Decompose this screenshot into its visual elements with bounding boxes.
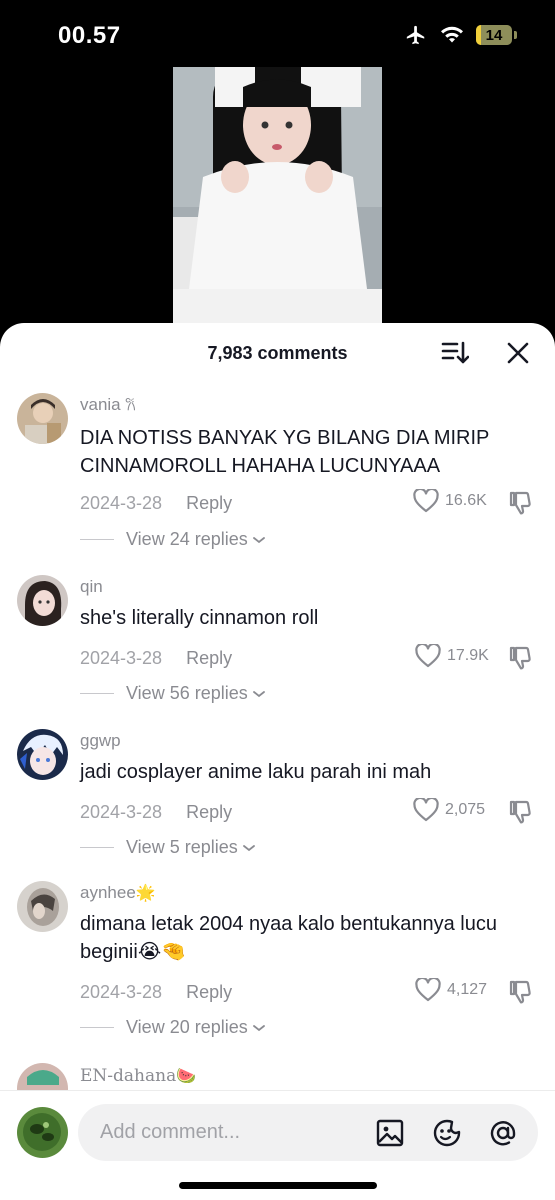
comment-date: 2024-3-28 — [80, 648, 163, 668]
replies-divider — [80, 693, 114, 694]
heart-icon — [415, 978, 441, 1002]
battery-cap — [514, 31, 517, 39]
view-replies-label: View 24 replies — [126, 529, 248, 549]
comment-username[interactable]: ggwp — [80, 731, 121, 751]
my-avatar[interactable] — [17, 1107, 68, 1158]
view-replies-button[interactable]: View 56 replies — [80, 683, 266, 704]
dislike-icon[interactable] — [507, 979, 533, 1005]
like-count: 2,075 — [445, 801, 486, 818]
view-replies-button[interactable]: View 20 replies — [80, 1017, 266, 1038]
chevron-down-icon — [252, 1024, 265, 1031]
view-replies-label: View 5 replies — [126, 837, 238, 857]
chevron-down-icon — [252, 690, 265, 697]
comment-username[interactable]: qin — [80, 577, 103, 597]
close-icon[interactable] — [506, 341, 530, 365]
wifi-icon — [441, 26, 463, 43]
replies-divider — [80, 847, 114, 848]
avatar[interactable] — [17, 1063, 68, 1091]
comment-text: she's literally cinnamon roll — [80, 607, 319, 629]
airplane-icon — [406, 25, 425, 45]
comment-item: EN-dahana🍉 — [0, 1061, 555, 1091]
heart-icon — [413, 798, 439, 822]
username-badge: 🌟 — [135, 885, 156, 902]
video-preview[interactable] — [173, 67, 382, 329]
comment-input[interactable] — [100, 1104, 360, 1161]
view-replies-button[interactable]: View 5 replies — [80, 837, 256, 858]
comment-item: aynhee🌟 dimana letak 2004 nyaa kalo bent… — [0, 879, 555, 1039]
replies-divider — [80, 1027, 114, 1028]
like-count: 16.6K — [445, 492, 487, 509]
battery-level: 14 — [485, 26, 503, 44]
like-button[interactable]: 17.9K — [415, 644, 489, 668]
comment-text: jadi cosplayer anime laku parah ini mah — [80, 761, 432, 783]
comment-username[interactable]: aynhee — [80, 883, 136, 902]
sheet-header: 7,983 comments — [0, 323, 555, 383]
comment-meta: 2024-3-28 Reply — [80, 982, 232, 1003]
chevron-down-icon — [242, 844, 255, 851]
reply-button[interactable]: Reply — [186, 982, 232, 1003]
sort-icon[interactable] — [441, 340, 469, 366]
comment-text: dimana letak 2004 nyaa kalo bentukannya … — [80, 913, 497, 963]
reply-button[interactable]: Reply — [186, 648, 232, 669]
avatar[interactable] — [17, 881, 68, 932]
comment-item: qin she's literally cinnamon roll 2024-3… — [0, 573, 555, 703]
reply-button[interactable]: Reply — [186, 493, 232, 514]
status-bar: 00.57 14 — [0, 0, 555, 70]
like-count: 4,127 — [447, 981, 488, 998]
comment-input-container — [78, 1104, 538, 1161]
view-replies-label: View 20 replies — [126, 1017, 248, 1037]
username-badge: 𐙚 — [125, 396, 136, 414]
comment-date: 2024-3-28 — [80, 493, 163, 513]
comment-date: 2024-3-28 — [80, 982, 163, 1002]
reply-button[interactable]: Reply — [186, 802, 232, 823]
comments-count-title: 7,983 comments — [207, 343, 348, 363]
comments-sheet: 7,983 comments vania 𐙚 DIA NOTISS BANYAK… — [0, 323, 555, 1200]
comment-item: ggwp jadi cosplayer anime laku parah ini… — [0, 727, 555, 857]
view-replies-label: View 56 replies — [126, 683, 248, 703]
heart-icon — [413, 489, 439, 513]
like-button[interactable]: 2,075 — [413, 798, 485, 822]
like-count: 17.9K — [447, 647, 489, 664]
comment-meta: 2024-3-28 Reply — [80, 648, 232, 669]
avatar[interactable] — [17, 729, 68, 780]
comment-meta: 2024-3-28 Reply — [80, 493, 232, 514]
comment-username[interactable]: EN-dahana — [80, 1066, 176, 1086]
comment-username[interactable]: vania — [80, 395, 121, 414]
comment-meta: 2024-3-28 Reply — [80, 802, 232, 823]
heart-icon — [415, 644, 441, 668]
sticker-icon[interactable] — [432, 1118, 462, 1148]
battery-indicator: 14 — [476, 25, 512, 45]
username-badge: 🍉 — [176, 1068, 197, 1085]
dislike-icon[interactable] — [507, 799, 533, 825]
comment-text: DIA NOTISS BANYAK YG BILANG DIA MIRIP CI… — [80, 427, 490, 477]
comment-date: 2024-3-28 — [80, 802, 163, 822]
status-time: 00.57 — [58, 22, 121, 49]
view-replies-button[interactable]: View 24 replies — [80, 529, 266, 550]
like-button[interactable]: 16.6K — [413, 489, 487, 513]
dislike-icon[interactable] — [507, 490, 533, 516]
mention-icon[interactable] — [488, 1118, 518, 1148]
replies-divider — [80, 539, 114, 540]
avatar[interactable] — [17, 393, 68, 444]
status-icons: 14 — [404, 24, 517, 46]
image-icon[interactable] — [375, 1118, 405, 1148]
avatar[interactable] — [17, 575, 68, 626]
comment-item: vania 𐙚 DIA NOTISS BANYAK YG BILANG DIA … — [0, 391, 555, 551]
home-indicator — [179, 1182, 377, 1189]
dislike-icon[interactable] — [507, 645, 533, 671]
chevron-down-icon — [252, 536, 265, 543]
like-button[interactable]: 4,127 — [415, 978, 487, 1002]
